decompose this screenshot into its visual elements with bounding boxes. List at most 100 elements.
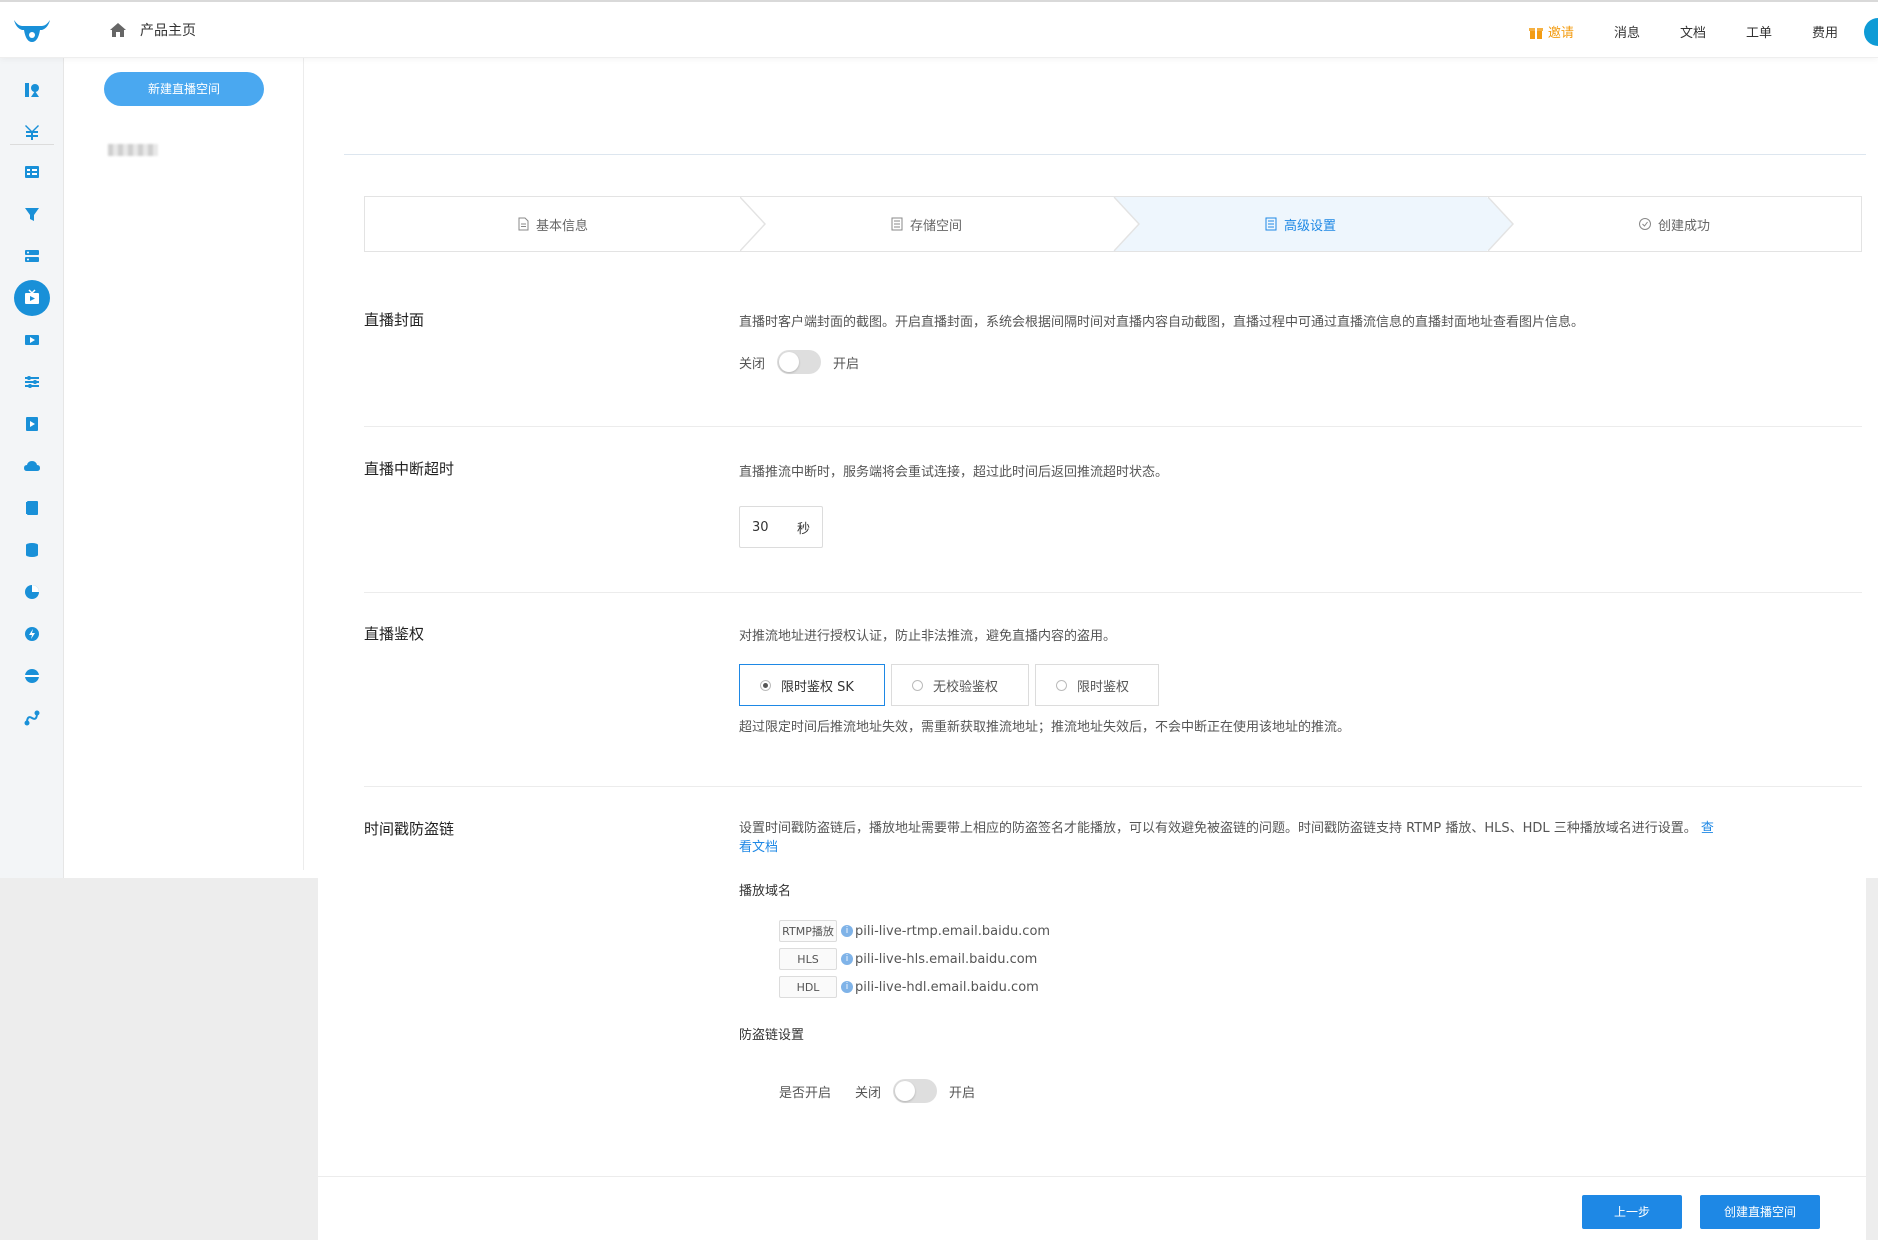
rail-kodo-icon[interactable]: [20, 78, 44, 102]
radio-dot: [1056, 679, 1067, 691]
rail-connect-icon[interactable]: [20, 706, 44, 730]
divider: [344, 154, 1866, 155]
domain-row-rtmp: RTMP播放 i pili-live-rtmp.email.baidu.com: [779, 920, 1050, 942]
top-nav: 邀请 消息 文档 工单 费用: [1528, 22, 1838, 41]
cover-title: 直播封面: [364, 311, 425, 329]
domain-tag: HLS: [779, 948, 837, 970]
steps-bar: 基本信息 存储空间 高级设置 创建成功: [364, 196, 1862, 252]
invite-label: 邀请: [1547, 26, 1574, 41]
prev-step-button[interactable]: 上一步: [1582, 1195, 1682, 1229]
footer-bar: 上一步 创建直播空间: [318, 1176, 1866, 1240]
timeout-title: 直播中断超时: [364, 460, 455, 478]
auth-option-timed[interactable]: 限时鉴权: [1035, 664, 1159, 706]
info-icon[interactable]: i: [841, 981, 853, 993]
avatar[interactable]: [1864, 18, 1878, 46]
domain-tag: HDL: [779, 976, 837, 998]
rail-dashboard-icon[interactable]: [20, 160, 44, 184]
docs-link[interactable]: 文档: [1680, 22, 1706, 41]
doc-link[interactable]: 看文档: [739, 840, 778, 855]
timeout-input[interactable]: 30 秒: [739, 506, 823, 548]
antileech-title: 时间戳防盗链: [364, 820, 455, 838]
rail-player-icon[interactable]: [20, 412, 44, 436]
home-link[interactable]: 产品主页: [108, 20, 196, 40]
auth-note: 超过限定时间后推流地址失效，需重新获取推流地址；推流地址失效后，不会中断正在使用…: [739, 720, 1351, 735]
domains-title: 播放域名: [739, 884, 792, 899]
enable-label: 是否开启: [779, 1085, 832, 1101]
step-created: 创建成功: [1487, 197, 1861, 251]
invite-link[interactable]: 邀请: [1528, 22, 1574, 41]
rail-database-icon[interactable]: [20, 538, 44, 562]
doc-link[interactable]: 查: [1701, 821, 1714, 836]
domain-row-hdl: HDL i pili-live-hdl.email.baidu.com: [779, 976, 1039, 998]
timeout-description: 直播推流中断时，服务端将会重试连接，超过此时间后返回推流超时状态。: [739, 465, 1169, 480]
radio-dot: [912, 679, 923, 691]
rail-billing-icon[interactable]: [20, 120, 44, 144]
divider: [364, 786, 1862, 787]
new-live-space-button[interactable]: 新建直播空间: [104, 72, 264, 106]
on-label: 开启: [833, 356, 860, 372]
rail-video-icon[interactable]: [20, 328, 44, 352]
rail-lightning-icon[interactable]: [20, 622, 44, 646]
space-sidebar: 新建直播空间: [64, 58, 304, 870]
cover-description: 直播时客户端封面的截图。开启直播封面，系统会根据间隔时间对直播内容自动截图，直播…: [739, 315, 1585, 330]
divider: [364, 592, 1862, 593]
icon-rail: [0, 58, 64, 878]
antileech-toggle-row: 是否开启 关闭 开启: [779, 1079, 975, 1103]
divider: [364, 426, 1862, 427]
rail-server-icon[interactable]: [20, 244, 44, 268]
on-label: 开启: [949, 1085, 976, 1101]
timeout-value: 30: [752, 519, 769, 535]
logo-icon[interactable]: [12, 16, 52, 46]
billing-link[interactable]: 费用: [1812, 22, 1838, 41]
home-label: 产品主页: [140, 23, 196, 39]
rail-cloud-icon[interactable]: [20, 454, 44, 478]
rail-filter-icon[interactable]: [20, 202, 44, 226]
rail-book-icon[interactable]: [20, 496, 44, 520]
step-storage: 存储空间: [739, 196, 1140, 252]
cover-toggle[interactable]: [777, 350, 822, 374]
off-label: 关闭: [855, 1085, 882, 1101]
auth-description: 对推流地址进行授权认证，防止非法推流，避免直播内容的盗用。: [739, 629, 1117, 644]
home-icon: [110, 23, 126, 37]
cover-toggle-row: 关闭 开启: [739, 350, 859, 374]
step-label: 高级设置: [1283, 218, 1336, 234]
domain-value: pili-live-hls.email.baidu.com: [855, 951, 1038, 967]
tickets-link[interactable]: 工单: [1746, 22, 1772, 41]
list-icon: [891, 217, 903, 231]
auth-option-no-check[interactable]: 无校验鉴权: [891, 664, 1029, 706]
domain-tag: RTMP播放: [779, 920, 837, 942]
info-icon[interactable]: i: [841, 925, 853, 937]
antileech-settings-title: 防盗链设置: [739, 1028, 805, 1043]
off-label: 关闭: [739, 356, 766, 372]
auth-title: 直播鉴权: [364, 625, 425, 643]
space-list-item-redacted[interactable]: [108, 144, 158, 156]
top-bar: 产品主页 邀请 消息 文档 工单 费用: [0, 0, 1878, 58]
auth-radio-group: 限时鉴权 SK 无校验鉴权 限时鉴权: [739, 664, 1159, 706]
messages-link[interactable]: 消息: [1614, 22, 1640, 41]
antileech-description: 设置时间戳防盗链后，播放地址需要带上相应的防盗签名才能播放，可以有效避免被盗链的…: [739, 821, 1714, 855]
list-icon: [1265, 217, 1277, 231]
gift-icon: [1528, 27, 1543, 39]
background-area: [0, 878, 318, 1240]
step-label: 创建成功: [1657, 218, 1710, 234]
domain-value: pili-live-rtmp.email.baidu.com: [855, 923, 1051, 939]
document-icon: [518, 217, 529, 231]
step-basic-info: 基本信息: [365, 196, 766, 252]
background-area-right: [1866, 878, 1878, 1240]
auth-option-timed-sk[interactable]: 限时鉴权 SK: [739, 664, 885, 706]
main-content: 基本信息 存储空间 高级设置 创建成功 直播封面 直播时客户端封面的截图。开启直…: [318, 58, 1866, 1240]
create-live-space-button[interactable]: 创建直播空间: [1700, 1195, 1820, 1229]
timeout-unit: 秒: [796, 521, 810, 537]
rail-chart-icon[interactable]: [20, 580, 44, 604]
step-label: 存储空间: [909, 218, 962, 234]
rail-settings-sliders-icon[interactable]: [20, 370, 44, 394]
antileech-toggle[interactable]: [893, 1079, 938, 1103]
radio-label: 无校验鉴权: [933, 679, 999, 695]
domain-row-hls: HLS i pili-live-hls.email.baidu.com: [779, 948, 1037, 970]
radio-dot: [760, 679, 771, 691]
domain-value: pili-live-hdl.email.baidu.com: [855, 979, 1039, 995]
check-circle-icon: [1638, 218, 1651, 230]
rail-live-icon[interactable]: [14, 280, 50, 316]
info-icon[interactable]: i: [841, 953, 853, 965]
rail-globe-icon[interactable]: [20, 664, 44, 688]
